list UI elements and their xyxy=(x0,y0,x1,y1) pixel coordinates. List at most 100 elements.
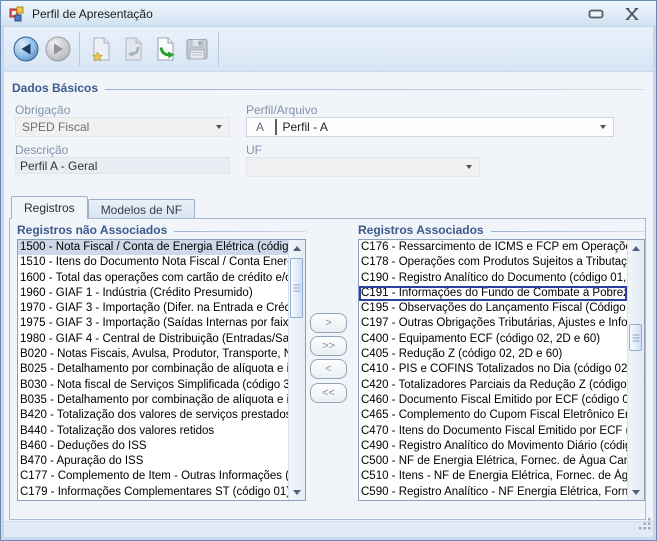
scroll-up-button[interactable] xyxy=(628,240,644,256)
new-record-button[interactable] xyxy=(85,33,117,65)
minimize-button[interactable] xyxy=(586,6,606,22)
dropdown-arrow-icon[interactable] xyxy=(211,118,227,136)
list-item[interactable]: C410 - PIS e COFINS Totalizados no Dia (… xyxy=(359,362,627,377)
toolbar xyxy=(4,27,653,72)
save-floppy-icon xyxy=(183,35,211,63)
status-strip xyxy=(4,521,653,537)
toolbar-separator xyxy=(79,32,80,66)
list-item[interactable]: 1975 - GIAF 3 - Importação (Saídas Inter… xyxy=(18,316,288,331)
close-button[interactable] xyxy=(622,6,642,22)
list-item[interactable]: C590 - Registro Analítico - NF Energia E… xyxy=(359,485,627,500)
list-item[interactable]: B420 - Totalização dos valores de serviç… xyxy=(18,408,288,423)
registros-tab-page: Registros não Associados Registros Assoc… xyxy=(9,218,646,520)
close-icon xyxy=(625,8,639,20)
list-item[interactable]: C400 - Equipamento ECF (código 02, 2D e … xyxy=(359,332,627,347)
list-item[interactable]: 1970 - GIAF 3 - Importação (Difer. na En… xyxy=(18,301,288,316)
window-title: Perfil de Apresentação xyxy=(32,7,153,21)
move-right-button[interactable]: > xyxy=(310,313,347,333)
list-item[interactable]: C178 - Operações com Produtos Sujeitos a… xyxy=(359,255,627,270)
associated-rows: C176 - Ressarcimento de ICMS e FCP em Op… xyxy=(359,240,627,500)
list-item[interactable]: B030 - Nota fiscal de Serviços Simplific… xyxy=(18,378,288,393)
list-item[interactable]: 1600 - Total das operações com cartão de… xyxy=(18,271,288,286)
perfil-code: A xyxy=(247,118,273,136)
tab-registros[interactable]: Registros xyxy=(11,196,88,219)
unassociated-rows: 1500 - Nota Fiscal / Conta de Energia El… xyxy=(18,240,288,500)
back-button[interactable] xyxy=(10,33,42,65)
list-item[interactable]: C190 - Registro Analítico do Documento (… xyxy=(359,271,627,286)
perfil-arquivo-combobox[interactable]: A Perfil - A xyxy=(246,117,614,137)
list-item[interactable]: C465 - Complemento do Cupom Fiscal Eletr… xyxy=(359,408,627,423)
list-item[interactable]: C405 - Redução Z (código 02, 2D e 60) xyxy=(359,347,627,362)
titlebar[interactable]: Perfil de Apresentação xyxy=(1,1,656,27)
list-item[interactable]: C191 - Informações do Fundo de Combate à… xyxy=(359,286,627,301)
uf-label: UF xyxy=(246,143,262,157)
uf-combobox[interactable] xyxy=(246,157,480,177)
descricao-label: Descrição xyxy=(15,143,68,157)
list-item[interactable]: C176 - Ressarcimento de ICMS e FCP em Op… xyxy=(359,240,627,255)
client-area: Dados Básicos Obrigação SPED Fiscal Perf… xyxy=(4,72,653,537)
list-item[interactable]: C460 - Documento Fiscal Emitido por ECF … xyxy=(359,393,627,408)
list-item[interactable]: C490 - Registro Analítico do Movimento D… xyxy=(359,439,627,454)
minimize-icon xyxy=(588,9,604,20)
toolbar-separator xyxy=(218,32,219,66)
perfil-apresentacao-window: Perfil de Apresentação xyxy=(0,0,657,541)
descricao-field[interactable]: Perfil A - Geral xyxy=(15,157,230,174)
list-item[interactable]: 1510 - Itens do Documento Nota Fiscal / … xyxy=(18,255,288,270)
list-item[interactable]: 1960 - GIAF 1 - Indústria (Crédito Presu… xyxy=(18,286,288,301)
move-left-button[interactable]: < xyxy=(310,359,347,379)
obrigacao-value: SPED Fiscal xyxy=(22,120,89,134)
list-item[interactable]: 1500 - Nota Fiscal / Conta de Energia El… xyxy=(18,240,288,255)
group-title-line xyxy=(491,231,645,232)
scrollbar-thumb[interactable] xyxy=(629,324,642,351)
vertical-scrollbar[interactable] xyxy=(627,240,644,500)
group-title-line xyxy=(174,231,306,232)
tab-strip: Registros Modelos de NF xyxy=(11,196,195,219)
apply-button[interactable] xyxy=(149,33,181,65)
obrigacao-combobox[interactable]: SPED Fiscal xyxy=(15,117,230,137)
list-item[interactable]: C510 - Itens - NF de Energia Elétrica, F… xyxy=(359,469,627,484)
list-item[interactable]: B025 - Detalhamento por combinação de al… xyxy=(18,362,288,377)
dados-basicos-group-header: Dados Básicos xyxy=(12,81,644,95)
dropdown-arrow-icon[interactable] xyxy=(461,158,477,176)
perfil-arquivo-label: Perfil/Arquivo xyxy=(246,103,317,117)
list-item[interactable]: C177 - Complemento de Item - Outras Info… xyxy=(18,469,288,484)
list-item[interactable]: C500 - NF de Energia Elétrica, Fornec. d… xyxy=(359,454,627,469)
winforms-app-icon xyxy=(9,6,25,22)
triangle-down-icon xyxy=(293,490,301,495)
list-item[interactable]: C197 - Outras Obrigações Tributárias, Aj… xyxy=(359,316,627,331)
save-button[interactable] xyxy=(181,33,213,65)
revert-document-icon xyxy=(119,35,147,63)
dropdown-arrow-icon[interactable] xyxy=(595,118,611,136)
list-item[interactable]: B035 - Detalhamento por combinação de al… xyxy=(18,393,288,408)
list-item[interactable]: B020 - Notas Fiscais, Avulsa, Produtor, … xyxy=(18,347,288,362)
list-item[interactable]: C195 - Observações do Lançamento Fiscal … xyxy=(359,301,627,316)
field-divider xyxy=(275,119,277,135)
vertical-scrollbar[interactable] xyxy=(288,240,305,500)
scroll-down-button[interactable] xyxy=(289,484,305,500)
move-all-right-button[interactable]: >> xyxy=(310,336,347,356)
unassociated-listbox[interactable]: 1500 - Nota Fiscal / Conta de Energia El… xyxy=(17,239,306,501)
scroll-down-button[interactable] xyxy=(628,484,644,500)
list-item[interactable]: C420 - Totalizadores Parciais da Redução… xyxy=(359,378,627,393)
list-item[interactable]: B440 - Totalização dos valores retidos xyxy=(18,424,288,439)
revert-button[interactable] xyxy=(117,33,149,65)
list-item[interactable]: C470 - Itens do Documento Fiscal Emitido… xyxy=(359,424,627,439)
scroll-up-button[interactable] xyxy=(289,240,305,256)
list-item[interactable]: 1980 - GIAF 4 - Central de Distribuição … xyxy=(18,332,288,347)
scrollbar-thumb[interactable] xyxy=(290,258,303,318)
forward-icon xyxy=(44,35,72,63)
group-title: Dados Básicos xyxy=(12,81,98,95)
perfil-value: Perfil - A xyxy=(283,120,328,134)
list-item[interactable]: C179 - Informações Complementares ST (có… xyxy=(18,485,288,500)
descricao-value: Perfil A - Geral xyxy=(20,159,97,173)
tab-modelos-de-nf[interactable]: Modelos de NF xyxy=(88,199,195,219)
obrigacao-label: Obrigação xyxy=(15,103,70,117)
triangle-up-icon xyxy=(632,246,640,251)
forward-button[interactable] xyxy=(42,33,74,65)
associated-listbox[interactable]: C176 - Ressarcimento de ICMS e FCP em Op… xyxy=(358,239,645,501)
move-all-left-button[interactable]: << xyxy=(310,383,347,403)
list-item[interactable]: B460 - Deduções do ISS xyxy=(18,439,288,454)
list-item[interactable]: B470 - Apuração do ISS xyxy=(18,454,288,469)
group-title-line xyxy=(105,89,644,90)
unassociated-group-header: Registros não Associados xyxy=(17,223,306,237)
